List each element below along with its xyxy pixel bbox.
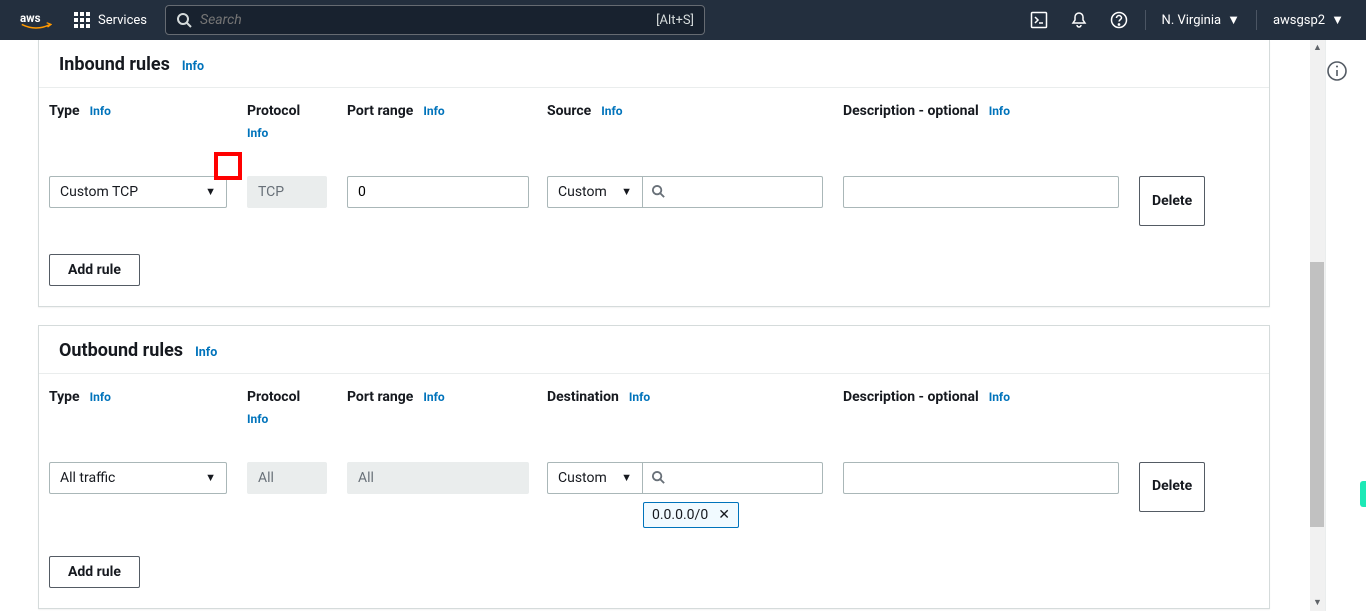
- chevron-down-icon: ▼: [621, 471, 632, 484]
- col-protocol: ProtocolInfo: [247, 388, 347, 428]
- info-link[interactable]: Info: [247, 412, 347, 428]
- feedback-tab[interactable]: [1360, 481, 1366, 507]
- global-search-input[interactable]: [200, 12, 656, 28]
- delete-rule-button[interactable]: Delete: [1139, 176, 1205, 226]
- scroll-up-arrow[interactable]: ▲: [1310, 40, 1325, 56]
- cidr-token: 0.0.0.0/0 ✕: [643, 502, 739, 528]
- vertical-scrollbar[interactable]: ▲ ▼: [1310, 40, 1325, 611]
- region-selector[interactable]: N. Virginia ▼: [1152, 12, 1250, 28]
- cidr-value: 0.0.0.0/0: [652, 507, 708, 523]
- highlight-box: [214, 152, 242, 180]
- inbound-title: Inbound rules: [59, 54, 170, 75]
- col-type: TypeInfo: [49, 102, 247, 120]
- source-search[interactable]: [643, 176, 823, 208]
- services-menu-button[interactable]: Services: [74, 12, 147, 28]
- info-link[interactable]: Info: [182, 59, 204, 74]
- chevron-down-icon: ▼: [621, 185, 632, 198]
- port-input[interactable]: [347, 176, 529, 208]
- aws-logo[interactable]: aws: [20, 10, 52, 30]
- outbound-title: Outbound rules: [59, 340, 183, 361]
- info-link[interactable]: Info: [989, 104, 1010, 118]
- dest-type-select[interactable]: Custom ▼: [547, 462, 643, 494]
- outbound-rules-panel: Outbound rules Info TypeInfo ProtocolInf…: [38, 325, 1270, 609]
- scroll-down-arrow[interactable]: ▼: [1310, 595, 1325, 611]
- caret-down-icon: ▼: [1331, 12, 1344, 28]
- type-select[interactable]: All traffic ▼: [49, 462, 227, 494]
- search-icon: [651, 470, 666, 485]
- chevron-down-icon: ▼: [205, 471, 216, 484]
- type-select[interactable]: Custom TCP ▼: [49, 176, 227, 208]
- col-desc: Description - optionalInfo: [843, 388, 1139, 406]
- outbound-rule-row: All traffic ▼: [49, 462, 1249, 528]
- delete-rule-button[interactable]: Delete: [1139, 462, 1205, 512]
- notifications-button[interactable]: [1059, 0, 1099, 40]
- info-link[interactable]: Info: [90, 104, 111, 118]
- grid-icon: [74, 12, 90, 28]
- info-link[interactable]: Info: [629, 390, 650, 404]
- scroll-thumb[interactable]: [1310, 262, 1324, 527]
- chevron-down-icon: ▼: [205, 185, 216, 198]
- remove-token-button[interactable]: ✕: [718, 507, 730, 523]
- global-search[interactable]: [Alt+S]: [165, 5, 705, 35]
- help-button[interactable]: [1099, 0, 1139, 40]
- region-label: N. Virginia: [1162, 13, 1222, 28]
- services-label: Services: [98, 13, 147, 28]
- dest-search[interactable]: [643, 462, 823, 494]
- cloudshell-button[interactable]: [1019, 0, 1059, 40]
- info-link[interactable]: Info: [423, 104, 444, 118]
- search-icon: [651, 184, 666, 199]
- info-link[interactable]: Info: [601, 104, 622, 118]
- account-menu[interactable]: awsgsp2 ▼: [1263, 12, 1354, 28]
- description-input[interactable]: [843, 176, 1119, 208]
- col-dest: DestinationInfo: [547, 388, 843, 406]
- col-type: TypeInfo: [49, 388, 247, 406]
- col-protocol: ProtocolInfo: [247, 102, 347, 142]
- info-link[interactable]: Info: [247, 126, 347, 142]
- account-label: awsgsp2: [1273, 13, 1325, 28]
- top-nav: aws Services [Alt+S] N. Virginia ▼ awsgs…: [0, 0, 1366, 40]
- help-panel: [1325, 40, 1366, 611]
- description-input[interactable]: [843, 462, 1119, 494]
- info-link[interactable]: Info: [989, 390, 1010, 404]
- main-content: Inbound rules Info TypeInfo ProtocolInfo…: [0, 40, 1325, 611]
- add-outbound-rule-button[interactable]: Add rule: [49, 556, 140, 588]
- caret-down-icon: ▼: [1227, 12, 1240, 28]
- col-port: Port rangeInfo: [347, 102, 547, 120]
- add-inbound-rule-button[interactable]: Add rule: [49, 254, 140, 286]
- inbound-rule-row: Custom TCP ▼ TCP: [49, 176, 1249, 226]
- source-type-select[interactable]: Custom ▼: [547, 176, 643, 208]
- protocol-display: [247, 462, 327, 494]
- svg-text:aws: aws: [20, 11, 41, 25]
- search-shortcut: [Alt+S]: [656, 13, 694, 28]
- info-link[interactable]: Info: [195, 345, 217, 360]
- protocol-display: TCP: [247, 176, 327, 208]
- col-desc: Description - optionalInfo: [843, 102, 1139, 120]
- info-link[interactable]: Info: [423, 390, 444, 404]
- info-link[interactable]: Info: [90, 390, 111, 404]
- col-port: Port rangeInfo: [347, 388, 547, 406]
- port-display: [347, 462, 529, 494]
- search-icon: [176, 12, 192, 28]
- col-source: SourceInfo: [547, 102, 843, 120]
- info-icon[interactable]: [1326, 60, 1348, 82]
